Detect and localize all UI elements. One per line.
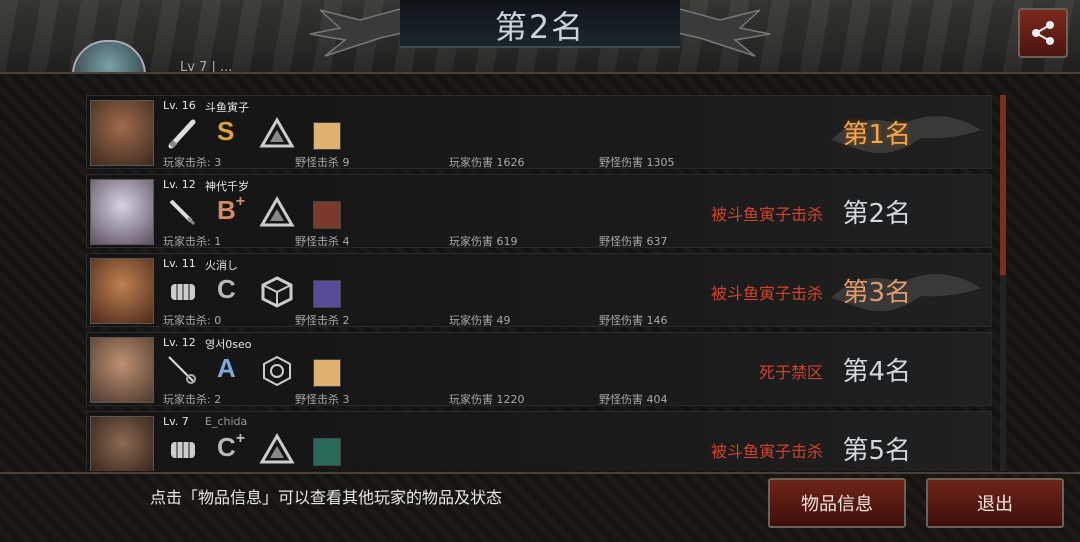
player-name: 火消し — [205, 259, 238, 272]
player-name: 神代千岁 — [205, 180, 249, 193]
page-title: 第2名 — [494, 8, 586, 46]
player-kills: 玩家击杀: 3 — [163, 156, 222, 169]
share-icon — [1032, 21, 1054, 45]
player-level: Lv. 16 — [163, 99, 196, 112]
player-kills: 玩家击杀: 1 — [163, 235, 222, 248]
item-icon[interactable] — [313, 438, 341, 466]
item-icon[interactable] — [313, 201, 341, 229]
death-cause: 被斗鱼寅子击杀 — [710, 205, 823, 224]
share-button[interactable] — [1018, 8, 1068, 58]
item-icon[interactable] — [313, 280, 341, 308]
triangle-trait-icon — [259, 116, 295, 148]
grade-badge: A — [217, 353, 236, 384]
ranking-list[interactable]: Lv. 16 斗鱼寅子 S 玩家击杀: 3 野怪击杀 9 玩家伤害 1626 野… — [86, 95, 992, 471]
grade-badge: B+ — [217, 193, 246, 226]
triangle-trait-icon — [259, 195, 295, 227]
player-kills: 玩家击杀: 2 — [163, 393, 222, 406]
player-portrait[interactable] — [90, 179, 154, 245]
grade-letter: A — [217, 353, 236, 383]
scrollbar-thumb[interactable] — [1000, 95, 1006, 275]
grade-plus: + — [235, 430, 246, 447]
dagger-icon — [169, 199, 195, 225]
triangle-trait-icon — [259, 432, 295, 464]
rank-label: 第3名 — [842, 278, 911, 308]
grade-letter: C — [217, 274, 236, 304]
player-row[interactable]: Lv. 11 火消し C 玩家击杀: 0 野怪击杀 2 玩家伤害 49 野怪伤害… — [86, 253, 992, 327]
rank-label: 第5名 — [842, 436, 911, 466]
monster-kills: 野怪击杀 3 — [295, 393, 350, 406]
player-row[interactable]: Lv. 12 영서0seo A 玩家击杀: 2 野怪击杀 3 玩家伤害 1220… — [86, 332, 992, 406]
monster-damage: 野怪伤害 1305 — [599, 156, 675, 169]
player-name: 斗鱼寅子 — [205, 101, 249, 114]
grade-letter: B — [217, 195, 236, 225]
grade-plus: + — [235, 193, 246, 210]
hint-text: 点击「物品信息」可以查看其他玩家的物品及状态 — [150, 488, 503, 507]
player-portrait[interactable] — [90, 337, 154, 403]
death-cause: 被斗鱼寅子击杀 — [710, 442, 823, 461]
fist-icon — [171, 284, 195, 300]
player-row[interactable]: Lv. 7 E_chida C+ 被斗鱼寅子击杀 第5名 — [86, 411, 992, 471]
monster-damage: 野怪伤害 637 — [599, 235, 668, 248]
player-kills: 玩家击杀: 0 — [163, 314, 222, 327]
rapier-icon — [168, 356, 196, 384]
player-row[interactable]: Lv. 12 神代千岁 B+ 玩家击杀: 1 野怪击杀 4 玩家伤害 619 野… — [86, 174, 992, 248]
monster-damage: 野怪伤害 404 — [599, 393, 668, 406]
rank-label: 第2名 — [842, 199, 911, 229]
rank-label: 第1名 — [842, 120, 911, 150]
player-name: 영서0seo — [205, 338, 252, 351]
player-portrait[interactable] — [90, 100, 154, 166]
player-level: Lv. 12 — [163, 336, 196, 349]
death-cause: 被斗鱼寅子击杀 — [710, 284, 823, 303]
monster-kills: 野怪击杀 4 — [295, 235, 350, 248]
player-level: Lv. 7 — [163, 415, 189, 428]
item-icon[interactable] — [313, 122, 341, 150]
player-name: E_chida — [205, 415, 248, 428]
player-portrait[interactable] — [90, 258, 154, 324]
grade-badge: S — [217, 116, 234, 147]
bat-icon — [168, 119, 196, 149]
grade-badge: C — [217, 274, 236, 305]
player-level: Lv. 11 — [163, 257, 196, 270]
grade-letter: S — [217, 116, 235, 146]
death-cause: 死于禁区 — [758, 363, 823, 382]
player-damage: 玩家伤害 619 — [449, 235, 518, 248]
item-icon[interactable] — [313, 359, 341, 387]
grade-letter: C — [217, 432, 236, 462]
hexagon-trait-icon — [263, 355, 291, 387]
monster-damage: 野怪伤害 146 — [599, 314, 668, 327]
player-level: Lv. 12 — [163, 178, 196, 191]
fist-icon — [171, 442, 195, 458]
player-damage: 玩家伤害 1220 — [449, 393, 525, 406]
rank-label: 第4名 — [842, 357, 911, 387]
player-damage: 玩家伤害 49 — [449, 314, 511, 327]
player-damage: 玩家伤害 1626 — [449, 156, 525, 169]
grade-badge: C+ — [217, 430, 246, 463]
player-portrait[interactable] — [90, 416, 154, 471]
monster-kills: 野怪击杀 2 — [295, 314, 350, 327]
monster-kills: 野怪击杀 9 — [295, 156, 350, 169]
cube-trait-icon — [261, 276, 293, 308]
item-info-button[interactable]: 物品信息 — [768, 478, 906, 528]
player-row[interactable]: Lv. 16 斗鱼寅子 S 玩家击杀: 3 野怪击杀 9 玩家伤害 1626 野… — [86, 95, 992, 169]
exit-button[interactable]: 退出 — [926, 478, 1064, 528]
